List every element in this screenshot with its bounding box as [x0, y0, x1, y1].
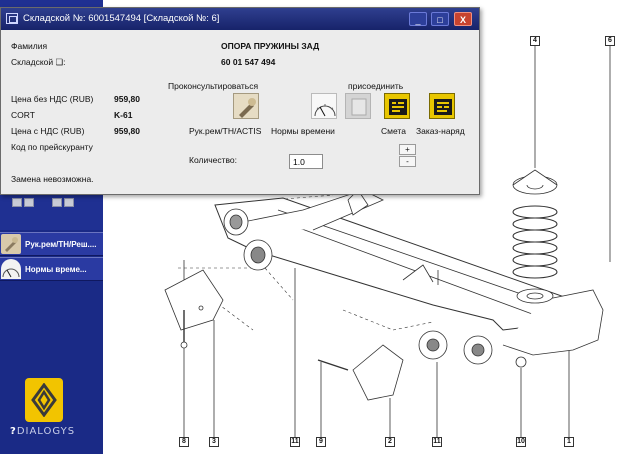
gauge-icon[interactable] — [311, 93, 337, 119]
dialog-title: Складской №: 6001547494 [Складской №: 6] — [23, 13, 220, 24]
callout-6[interactable]: 6 — [605, 36, 615, 46]
callout-11-right[interactable]: 11 — [432, 437, 442, 447]
callout-10[interactable]: 10 — [516, 437, 526, 447]
maximize-button[interactable]: □ — [431, 12, 449, 26]
panel-nav-group — [52, 198, 74, 207]
panel-nav-button[interactable] — [64, 198, 74, 207]
repair-manual-button-icon[interactable] — [233, 93, 259, 119]
close-button[interactable]: X — [454, 12, 472, 26]
price-excl-vat-value: 959,80 — [114, 94, 140, 104]
dialogys-logo: ?DIALOGYS — [10, 426, 75, 437]
quantity-input[interactable] — [289, 154, 323, 169]
help-icon[interactable]: ? — [10, 426, 17, 437]
dialogys-wordmark: DIALOGYS — [16, 426, 76, 437]
callout-3[interactable]: 3 — [209, 437, 219, 447]
quantity-increase-button[interactable]: + — [399, 144, 416, 155]
attach-header: присоединить — [348, 81, 404, 91]
sidebar-item-label: Нормы време... — [25, 264, 87, 274]
sidebar-item-repair-manual[interactable]: Рук.рем/ТН/Реш.... — [0, 232, 103, 256]
repair-manual-button-label[interactable]: Рук.рем/TH/ACTIS — [189, 126, 261, 136]
consult-header: Проконсультироваться — [168, 81, 259, 91]
disabled-attach-icon — [345, 93, 371, 119]
panel-control-button[interactable] — [12, 198, 22, 207]
price-code-label: Код по прейскуранту — [11, 142, 93, 152]
family-label: Фамилия — [11, 41, 48, 51]
sidebar-item-label: Рук.рем/ТН/Реш.... — [25, 239, 97, 249]
part-info-dialog: Складской №: 6001547494 [Складской №: 6]… — [0, 7, 480, 195]
part-number-value: 60 01 547 494 — [221, 57, 276, 67]
price-incl-vat-label: Цена с НДС (RUB) — [11, 126, 85, 136]
price-excl-vat-label: Цена без НДС (RUB) — [11, 94, 94, 104]
work-order-button-label[interactable]: Заказ-наряд — [416, 126, 465, 136]
quantity-decrease-button[interactable]: - — [399, 156, 416, 167]
callout-4[interactable]: 4 — [530, 36, 540, 46]
gauge-icon — [1, 259, 21, 279]
family-value: ОПОРА ПРУЖИНЫ ЗАД — [221, 41, 320, 51]
status-text: Замена невозможна. — [11, 174, 94, 184]
renault-logo — [25, 378, 63, 422]
panel-control-button[interactable] — [24, 198, 34, 207]
time-norms-button-label[interactable]: Нормы времени — [271, 126, 335, 136]
window-app-icon — [6, 13, 18, 24]
dialog-titlebar[interactable]: Складской №: 6001547494 [Складской №: 6]… — [1, 8, 479, 30]
panel-control-group — [12, 198, 34, 207]
cort-value: K-61 — [114, 110, 133, 120]
work-order-icon[interactable] — [429, 93, 455, 119]
sidebar-item-time-norms[interactable]: Нормы време... — [0, 257, 103, 281]
price-incl-vat-value: 959,80 — [114, 126, 140, 136]
callout-1[interactable]: 1 — [564, 437, 574, 447]
callout-8[interactable]: 8 — [179, 437, 189, 447]
callout-9[interactable]: 9 — [316, 437, 326, 447]
panel-nav-button[interactable] — [52, 198, 62, 207]
callout-11[interactable]: 11 — [290, 437, 300, 447]
part-number-label: Складской ❏: — [11, 57, 66, 67]
repair-manual-icon — [1, 234, 21, 254]
callout-2[interactable]: 2 — [385, 437, 395, 447]
estimate-icon[interactable] — [384, 93, 410, 119]
quantity-label: Количество: — [189, 155, 238, 165]
cort-label: CORT — [11, 110, 35, 120]
minimize-button[interactable]: _ — [409, 12, 427, 26]
estimate-button-label[interactable]: Смета — [381, 126, 406, 136]
